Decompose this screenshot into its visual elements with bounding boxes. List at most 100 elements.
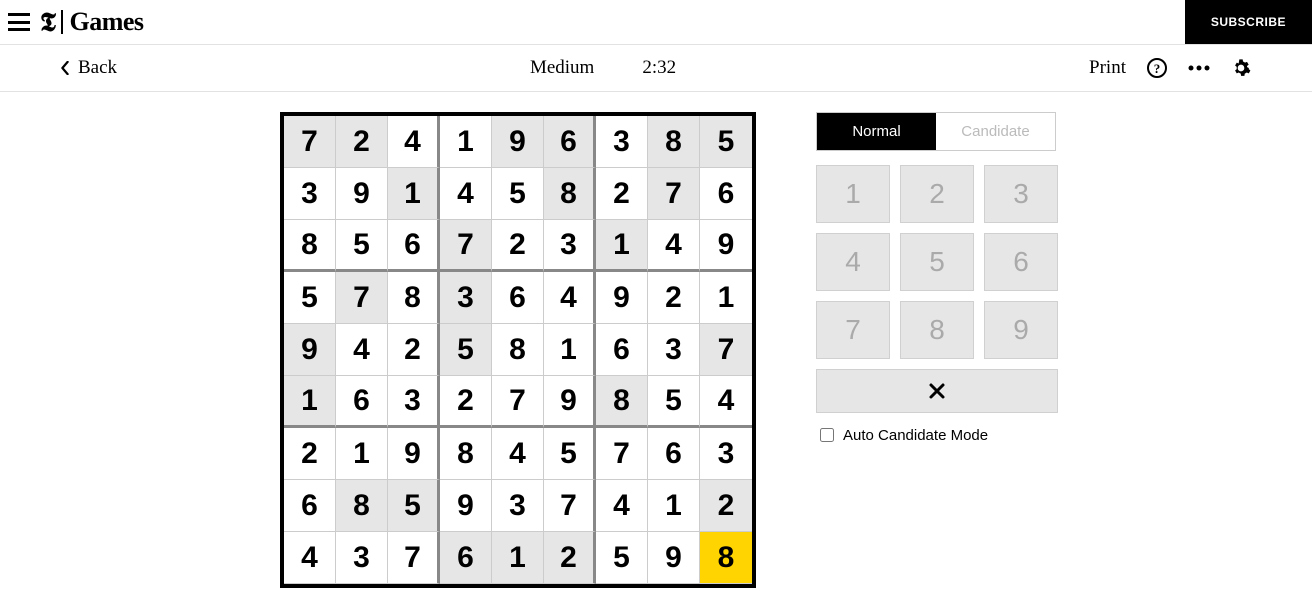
back-button[interactable]: Back	[58, 57, 117, 79]
sudoku-cell[interactable]: 4	[492, 428, 544, 480]
keypad-4[interactable]: 4	[816, 233, 890, 291]
sudoku-cell[interactable]: 1	[336, 428, 388, 480]
sudoku-cell[interactable]: 1	[544, 324, 596, 376]
sudoku-cell[interactable]: 4	[544, 272, 596, 324]
sudoku-cell[interactable]: 3	[284, 168, 336, 220]
sudoku-cell[interactable]: 7	[648, 168, 700, 220]
sudoku-cell[interactable]: 5	[388, 480, 440, 532]
sudoku-cell[interactable]: 4	[596, 480, 648, 532]
sudoku-cell[interactable]: 9	[492, 116, 544, 168]
sudoku-cell[interactable]: 4	[440, 168, 492, 220]
sudoku-cell[interactable]: 7	[440, 220, 492, 272]
sudoku-cell[interactable]: 3	[544, 220, 596, 272]
erase-button[interactable]	[816, 369, 1058, 413]
sudoku-cell[interactable]: 8	[700, 532, 752, 584]
sudoku-cell[interactable]: 9	[284, 324, 336, 376]
sudoku-cell[interactable]: 2	[544, 532, 596, 584]
sudoku-cell[interactable]: 7	[492, 376, 544, 428]
keypad-9[interactable]: 9	[984, 301, 1058, 359]
sudoku-cell[interactable]: 6	[648, 428, 700, 480]
sudoku-cell[interactable]: 5	[492, 168, 544, 220]
keypad-7[interactable]: 7	[816, 301, 890, 359]
sudoku-cell[interactable]: 5	[596, 532, 648, 584]
sudoku-cell[interactable]: 1	[700, 272, 752, 324]
sudoku-cell[interactable]: 1	[388, 168, 440, 220]
sudoku-cell[interactable]: 6	[284, 480, 336, 532]
sudoku-cell[interactable]: 8	[284, 220, 336, 272]
sudoku-cell[interactable]: 3	[336, 532, 388, 584]
sudoku-cell[interactable]: 7	[544, 480, 596, 532]
sudoku-cell[interactable]: 2	[336, 116, 388, 168]
sudoku-cell[interactable]: 4	[336, 324, 388, 376]
keypad-6[interactable]: 6	[984, 233, 1058, 291]
keypad-8[interactable]: 8	[900, 301, 974, 359]
sudoku-cell[interactable]: 2	[284, 428, 336, 480]
sudoku-cell[interactable]: 1	[492, 532, 544, 584]
sudoku-cell[interactable]: 6	[336, 376, 388, 428]
keypad-2[interactable]: 2	[900, 165, 974, 223]
sudoku-cell[interactable]: 5	[648, 376, 700, 428]
sudoku-cell[interactable]: 9	[544, 376, 596, 428]
sudoku-cell[interactable]: 5	[284, 272, 336, 324]
sudoku-cell[interactable]: 6	[544, 116, 596, 168]
sudoku-cell[interactable]: 2	[596, 168, 648, 220]
mode-tab-normal[interactable]: Normal	[817, 113, 936, 150]
print-link[interactable]: Print	[1089, 57, 1126, 79]
sudoku-cell[interactable]: 1	[440, 116, 492, 168]
sudoku-cell[interactable]: 9	[700, 220, 752, 272]
sudoku-cell[interactable]: 6	[596, 324, 648, 376]
sudoku-cell[interactable]: 3	[596, 116, 648, 168]
sudoku-cell[interactable]: 9	[388, 428, 440, 480]
sudoku-cell[interactable]: 6	[700, 168, 752, 220]
sudoku-cell[interactable]: 4	[284, 532, 336, 584]
sudoku-cell[interactable]: 8	[440, 428, 492, 480]
sudoku-cell[interactable]: 4	[700, 376, 752, 428]
sudoku-cell[interactable]: 7	[596, 428, 648, 480]
sudoku-cell[interactable]: 1	[648, 480, 700, 532]
sudoku-cell[interactable]: 5	[336, 220, 388, 272]
mode-tab-candidate[interactable]: Candidate	[936, 113, 1055, 150]
sudoku-cell[interactable]: 4	[648, 220, 700, 272]
sudoku-cell[interactable]: 8	[492, 324, 544, 376]
sudoku-cell[interactable]: 2	[440, 376, 492, 428]
sudoku-cell[interactable]: 5	[544, 428, 596, 480]
help-icon[interactable]: ?	[1146, 57, 1168, 79]
settings-gear-icon[interactable]	[1230, 57, 1252, 79]
more-icon[interactable]	[1188, 57, 1210, 79]
sudoku-cell[interactable]: 2	[648, 272, 700, 324]
sudoku-cell[interactable]: 3	[440, 272, 492, 324]
sudoku-cell[interactable]: 6	[440, 532, 492, 584]
keypad-1[interactable]: 1	[816, 165, 890, 223]
sudoku-cell[interactable]: 7	[700, 324, 752, 376]
sudoku-cell[interactable]: 4	[388, 116, 440, 168]
sudoku-cell[interactable]: 9	[648, 532, 700, 584]
sudoku-cell[interactable]: 3	[700, 428, 752, 480]
sudoku-cell[interactable]: 6	[492, 272, 544, 324]
sudoku-cell[interactable]: 7	[336, 272, 388, 324]
sudoku-cell[interactable]: 2	[492, 220, 544, 272]
sudoku-cell[interactable]: 5	[700, 116, 752, 168]
auto-candidate-checkbox[interactable]	[820, 428, 834, 442]
sudoku-cell[interactable]: 2	[700, 480, 752, 532]
sudoku-cell[interactable]: 9	[336, 168, 388, 220]
sudoku-cell[interactable]: 7	[388, 532, 440, 584]
brand-logo[interactable]: 𝕿 Games	[40, 5, 144, 39]
sudoku-cell[interactable]: 2	[388, 324, 440, 376]
sudoku-cell[interactable]: 8	[648, 116, 700, 168]
sudoku-cell[interactable]: 3	[388, 376, 440, 428]
auto-candidate-toggle[interactable]: Auto Candidate Mode	[816, 425, 1056, 445]
sudoku-cell[interactable]: 8	[596, 376, 648, 428]
sudoku-cell[interactable]: 5	[440, 324, 492, 376]
sudoku-cell[interactable]: 6	[388, 220, 440, 272]
sudoku-cell[interactable]: 8	[544, 168, 596, 220]
hamburger-menu-icon[interactable]	[8, 13, 30, 31]
sudoku-cell[interactable]: 9	[440, 480, 492, 532]
subscribe-button[interactable]: SUBSCRIBE	[1185, 0, 1312, 44]
sudoku-cell[interactable]: 8	[388, 272, 440, 324]
sudoku-cell[interactable]: 7	[284, 116, 336, 168]
sudoku-cell[interactable]: 3	[492, 480, 544, 532]
sudoku-cell[interactable]: 1	[596, 220, 648, 272]
keypad-5[interactable]: 5	[900, 233, 974, 291]
sudoku-cell[interactable]: 1	[284, 376, 336, 428]
keypad-3[interactable]: 3	[984, 165, 1058, 223]
